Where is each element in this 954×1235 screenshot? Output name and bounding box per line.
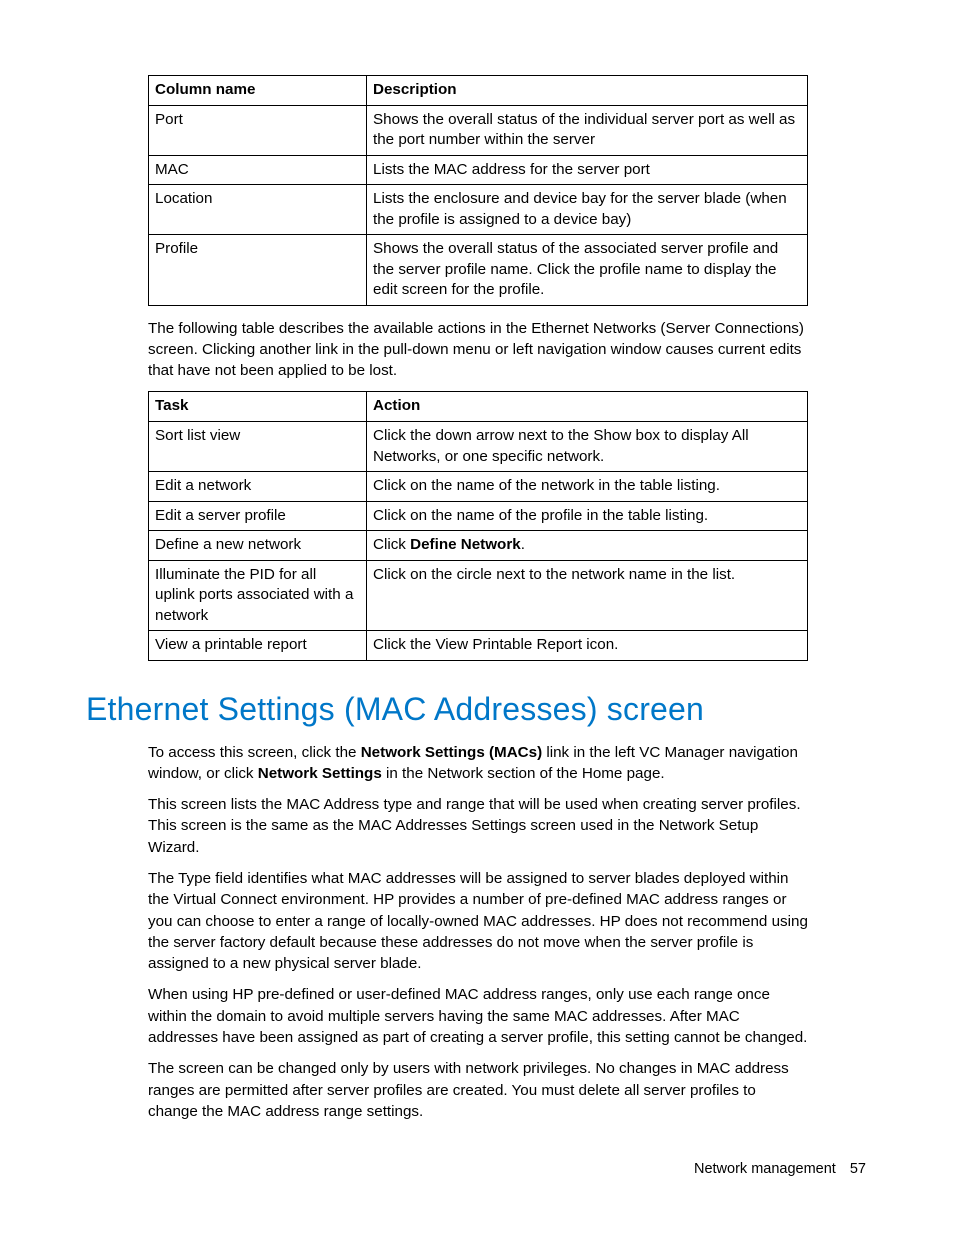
table-header-row: Column name Description [149,76,808,106]
body-paragraph: The screen can be changed only by users … [148,1058,808,1122]
table-row: Port Shows the overall status of the ind… [149,105,808,155]
table-cell: Click the View Printable Report icon. [367,631,808,661]
table-row: MAC Lists the MAC address for the server… [149,155,808,185]
section-heading: Ethernet Settings (MAC Addresses) screen [86,691,808,728]
table-row: Illuminate the PID for all uplink ports … [149,560,808,631]
table-cell: Click on the name of the profile in the … [367,501,808,531]
table-cell: Edit a network [149,472,367,502]
table-header-cell: Action [367,392,808,422]
table-cell: Lists the MAC address for the server por… [367,155,808,185]
table-header-cell: Task [149,392,367,422]
table-cell: Click the down arrow next to the Show bo… [367,422,808,472]
table-cell: Click on the circle next to the network … [367,560,808,631]
table-cell: View a printable report [149,631,367,661]
table-cell: Illuminate the PID for all uplink ports … [149,560,367,631]
table-cell: Location [149,185,367,235]
table-header-cell: Column name [149,76,367,106]
table-cell: Port [149,105,367,155]
body-paragraph: To access this screen, click the Network… [148,742,808,785]
footer-section-label: Network management [694,1161,836,1177]
table-cell: Click on the name of the network in the … [367,472,808,502]
table-cell: Sort list view [149,422,367,472]
table-cell: Shows the overall status of the individu… [367,105,808,155]
page-footer: Network management 57 [694,1161,866,1177]
table-row: Profile Shows the overall status of the … [149,235,808,306]
table-row: Edit a server profile Click on the name … [149,501,808,531]
table-header-row: Task Action [149,392,808,422]
table-cell: MAC [149,155,367,185]
table-cell: Click Define Network. [367,531,808,561]
table-row: View a printable report Click the View P… [149,631,808,661]
table-cell: Shows the overall status of the associat… [367,235,808,306]
footer-page-number: 57 [850,1161,866,1177]
body-paragraph: The Type field identifies what MAC addre… [148,868,808,974]
body-paragraph: When using HP pre-defined or user-define… [148,984,808,1048]
table-row: Location Lists the enclosure and device … [149,185,808,235]
table-row: Sort list view Click the down arrow next… [149,422,808,472]
table-row: Define a new network Click Define Networ… [149,531,808,561]
task-action-table: Task Action Sort list view Click the dow… [148,391,808,660]
table-cell: Edit a server profile [149,501,367,531]
table-header-cell: Description [367,76,808,106]
column-description-table: Column name Description Port Shows the o… [148,75,808,306]
table-cell: Profile [149,235,367,306]
body-paragraph: This screen lists the MAC Address type a… [148,794,808,858]
body-paragraph: The following table describes the availa… [148,318,808,382]
table-cell: Lists the enclosure and device bay for t… [367,185,808,235]
table-row: Edit a network Click on the name of the … [149,472,808,502]
table-cell: Define a new network [149,531,367,561]
